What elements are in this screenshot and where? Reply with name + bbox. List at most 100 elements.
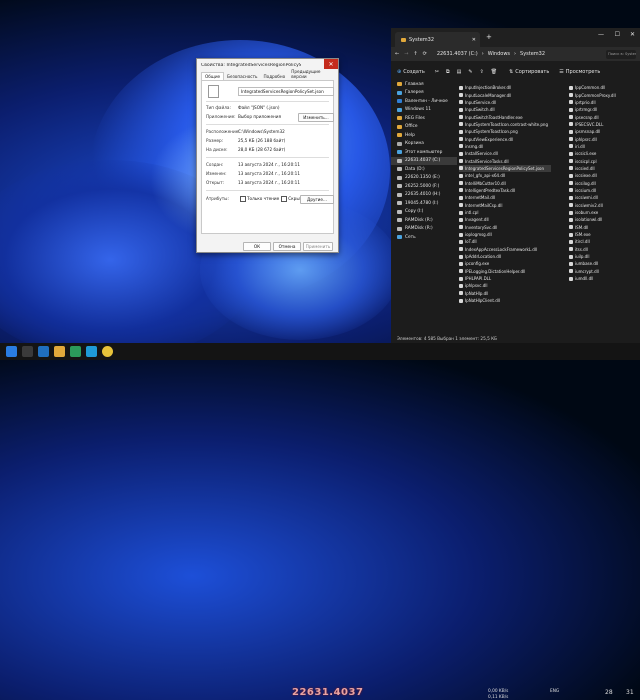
rename-icon[interactable]: ✎ — [468, 69, 472, 75]
start-icon[interactable] — [6, 346, 17, 357]
file-item[interactable]: InputViewExperience.dll — [459, 135, 551, 142]
file-item[interactable]: iphlpsrc.dll — [569, 135, 639, 142]
file-item[interactable]: isolationwl.dll — [569, 216, 639, 223]
nav-item[interactable]: Галерея — [391, 89, 457, 98]
nav-item[interactable]: REG Files — [391, 114, 457, 123]
nav-item[interactable]: 22635.4010 (H:) — [391, 191, 457, 200]
nav-item[interactable]: Data (D:) — [391, 165, 457, 174]
file-item[interactable]: IoT.dll — [459, 238, 551, 245]
settings-icon[interactable] — [38, 346, 49, 357]
file-item[interactable]: InventorySvc.dll — [459, 224, 551, 231]
file-item[interactable]: iscsiexe.dll — [569, 172, 639, 179]
chrome-icon[interactable] — [102, 346, 113, 357]
file-item[interactable]: iscsicpl.cpl — [569, 157, 639, 164]
file-item[interactable]: intel_gfx_api-x64.dll — [459, 172, 551, 179]
advanced-attributes-button[interactable]: Другие... — [300, 195, 334, 204]
file-item[interactable]: ipconfig.exe — [459, 260, 551, 267]
nav-item[interactable]: Windows 11 — [391, 106, 457, 115]
file-item[interactable]: iscsicli.exe — [569, 150, 639, 157]
dialog-titlebar[interactable]: Свойства: IntegratedServicesRegionPolicy… — [197, 59, 338, 71]
file-item[interactable]: iprtrmgr.dll — [569, 106, 639, 113]
hidden-checkbox[interactable] — [281, 196, 288, 202]
search-input[interactable]: Поиск в: System32 — [606, 49, 636, 59]
file-item[interactable]: IPSECSVC.DLL — [569, 121, 639, 128]
file-item[interactable]: IppCommonProxy.dll — [569, 91, 639, 98]
file-item[interactable]: IpNatHlp.dll — [459, 290, 551, 297]
close-icon[interactable]: ✕ — [324, 59, 338, 69]
file-item[interactable]: Invagent.dll — [459, 216, 551, 223]
cancel-button[interactable]: Отмена — [273, 242, 301, 251]
maximize-icon[interactable]: ☐ — [615, 31, 620, 38]
sort-button[interactable]: Сортировать — [515, 69, 549, 75]
copy-icon[interactable]: ⧉ — [446, 69, 450, 75]
file-item[interactable]: InputSystemToastIcon.png — [459, 128, 551, 135]
clock-day[interactable]: 31 — [626, 689, 634, 696]
file-item[interactable]: IPELogging.DictationHelper.dll — [459, 268, 551, 275]
file-item[interactable]: iscsied.dll — [569, 165, 639, 172]
cut-icon[interactable]: ✂ — [435, 69, 439, 75]
tab-general[interactable]: Общие — [201, 72, 225, 80]
file-item[interactable]: IntelliMbCutter10.dll — [459, 179, 551, 186]
file-item[interactable]: ioplogmsg.dll — [459, 231, 551, 238]
readonly-checkbox[interactable] — [240, 196, 246, 202]
breadcrumb-windows[interactable]: Windows — [488, 51, 510, 57]
file-item[interactable]: itircl.dll — [569, 238, 639, 245]
view-button[interactable]: Просмотреть — [566, 69, 601, 75]
new-icon[interactable]: ⊕ — [397, 69, 401, 75]
file-item[interactable]: IndexAppAccessLockFrameworkL.dll — [459, 246, 551, 253]
search-icon[interactable] — [22, 346, 33, 357]
file-item[interactable]: iscsium.dll — [569, 187, 639, 194]
nav-item[interactable]: Главная — [391, 80, 457, 89]
file-item[interactable]: iphlpsvc.dll — [459, 282, 551, 289]
file-item[interactable]: iscsilog.dll — [569, 179, 639, 186]
file-item[interactable]: insmg.dll — [459, 143, 551, 150]
up-icon[interactable]: ↑ — [413, 51, 417, 57]
file-item[interactable]: InstallService.dll — [459, 150, 551, 157]
file-item[interactable]: IPHLPAPI.DLL — [459, 275, 551, 282]
nav-item[interactable]: Этот компьютер — [391, 148, 457, 157]
back-icon[interactable]: ← — [395, 51, 399, 57]
file-item[interactable]: iumbase.dll — [569, 260, 639, 267]
file-item[interactable]: InternetMail.dll — [459, 194, 551, 201]
file-item[interactable]: ISM.exe — [569, 231, 639, 238]
file-explorer-icon[interactable] — [54, 346, 65, 357]
share-icon[interactable]: ⇪ — [480, 69, 484, 75]
file-item[interactable]: InputService.dll — [459, 99, 551, 106]
file-item[interactable]: iscsiwmiv2.dll — [569, 202, 639, 209]
file-item[interactable]: iri.dll — [569, 143, 639, 150]
file-item[interactable]: InputSystemToastIcon.contrast-white.png — [459, 121, 551, 128]
nav-item[interactable]: Copy (I:) — [391, 208, 457, 217]
file-item[interactable]: IpNatHlpClient.dll — [459, 297, 551, 304]
file-item[interactable]: ISM.dll — [569, 224, 639, 231]
file-item[interactable]: iumcrypt.dll — [569, 268, 639, 275]
file-item[interactable]: intl.cpl — [459, 209, 551, 216]
nav-item[interactable]: Сеть — [391, 233, 457, 242]
file-item[interactable]: ipsecsnp.dll — [569, 113, 639, 120]
nav-item[interactable]: Валентин - Личное — [391, 97, 457, 106]
file-item[interactable]: InputSwitchToastHandler.exe — [459, 113, 551, 120]
file-item[interactable]: InputLocaleManager.dll — [459, 91, 551, 98]
file-item[interactable]: isoburn.exe — [569, 209, 639, 216]
nav-item[interactable]: 19045.4780 (I:) — [391, 199, 457, 208]
minimize-icon[interactable]: — — [598, 31, 604, 38]
file-item[interactable]: iuilp.dll — [569, 253, 639, 260]
file-item[interactable]: IppCommon.dll — [569, 84, 639, 91]
file-item[interactable]: InputSwitch.dll — [459, 106, 551, 113]
file-item[interactable]: iprtprio.dll — [569, 99, 639, 106]
file-item[interactable]: IntegratedServicesRegionPolicySet.json — [459, 164, 551, 173]
file-item[interactable]: InstallServiceTasks.dll — [459, 157, 551, 164]
tab-security[interactable]: Безопасность — [224, 73, 260, 80]
nav-item[interactable]: 22620.1350 (E:) — [391, 174, 457, 183]
refresh-icon[interactable]: ⟳ — [423, 51, 427, 57]
file-item[interactable]: itss.dll — [569, 246, 639, 253]
breadcrumb-drive[interactable]: 22631.4037 (C:) — [437, 51, 478, 57]
new-tab-icon[interactable]: + — [486, 33, 492, 41]
edge-icon[interactable] — [86, 346, 97, 357]
file-item[interactable]: InputInjectionBroker.dll — [459, 84, 551, 91]
filename-field[interactable]: IntegratedServicesRegionPolicySet.json — [238, 87, 334, 96]
tab-system32[interactable]: System32 ✕ — [395, 32, 480, 47]
delete-icon[interactable]: 🗑 — [491, 69, 497, 75]
create-button[interactable]: Создать — [403, 69, 425, 75]
terminal-icon[interactable] — [70, 346, 81, 357]
file-item[interactable]: InternetMailCsp.dll — [459, 202, 551, 209]
